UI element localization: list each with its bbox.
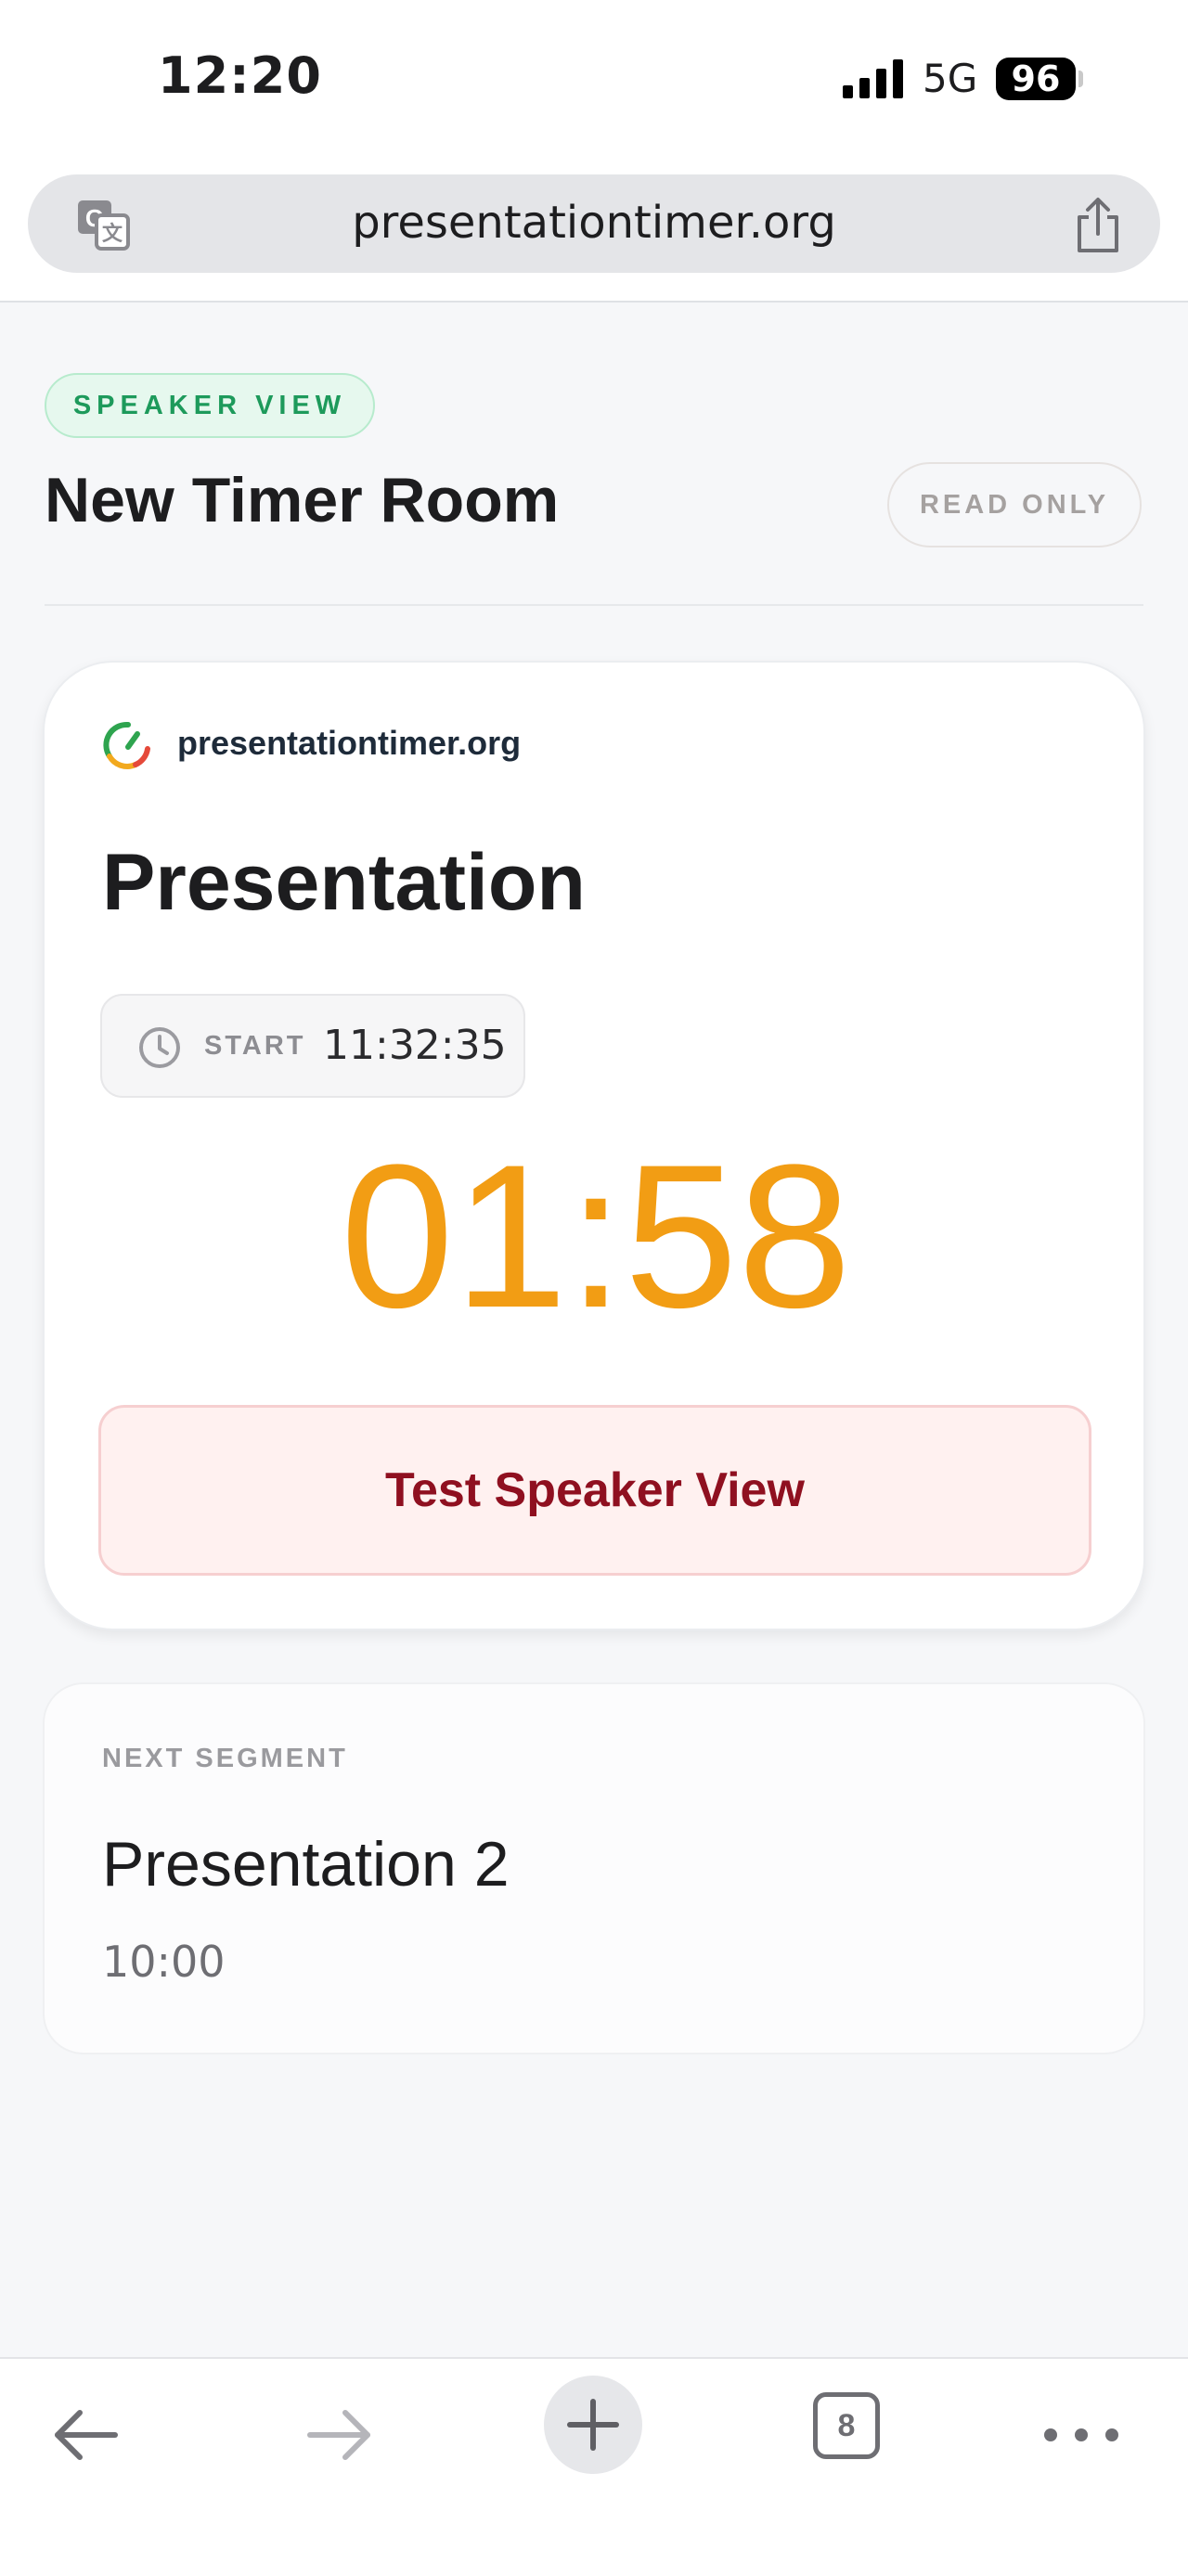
tabs-button[interactable]: 8: [813, 2392, 880, 2459]
clock-icon: [139, 1027, 180, 1068]
signal-icon: [843, 59, 903, 98]
segment-title: Presentation: [102, 838, 586, 927]
arrow-left-icon[interactable]: [48, 2398, 123, 2472]
test-speaker-view-button[interactable]: Test Speaker View: [98, 1405, 1091, 1576]
status-time: 12:20: [158, 46, 322, 105]
address-bar[interactable]: G 文 presentationtimer.org: [28, 174, 1160, 273]
start-label: START: [204, 1031, 306, 1061]
brand-logo-icon: [103, 721, 150, 769]
header-divider: [45, 604, 1143, 606]
current-segment-card: presentationtimer.org Presentation START…: [43, 661, 1145, 1630]
next-segment-title: Presentation 2: [102, 1829, 510, 1900]
room-title: New Timer Room: [45, 465, 560, 535]
network-type: 5G: [923, 56, 978, 101]
status-bar: 12:20 5G 96: [0, 0, 1188, 162]
battery-level: 96: [996, 58, 1076, 100]
next-segment-duration: 10:00: [102, 1937, 226, 1987]
new-tab-button[interactable]: [544, 2376, 642, 2474]
speaker-view-badge: SPEAKER VIEW: [45, 373, 375, 438]
share-icon[interactable]: [1072, 197, 1124, 254]
battery-tip: [1078, 71, 1083, 87]
ellipsis-icon[interactable]: [1040, 2398, 1123, 2472]
start-time-pill: START 11:32:35: [100, 994, 525, 1098]
countdown-timer: 01:58: [340, 1122, 852, 1350]
read-only-badge: READ ONLY: [887, 462, 1142, 547]
toolbar-divider: [0, 301, 1188, 303]
brand-name: presentationtimer.org: [177, 724, 522, 762]
next-segment-card: NEXT SEGMENT Presentation 2 10:00: [43, 1682, 1145, 2054]
url-text[interactable]: presentationtimer.org: [28, 197, 1160, 249]
browser-bottom-toolbar: 8: [0, 2357, 1188, 2576]
arrow-right-icon[interactable]: [303, 2398, 377, 2472]
plus-icon: [567, 2399, 619, 2451]
start-time: 11:32:35: [323, 1022, 507, 1069]
next-segment-label: NEXT SEGMENT: [102, 1744, 348, 1773]
